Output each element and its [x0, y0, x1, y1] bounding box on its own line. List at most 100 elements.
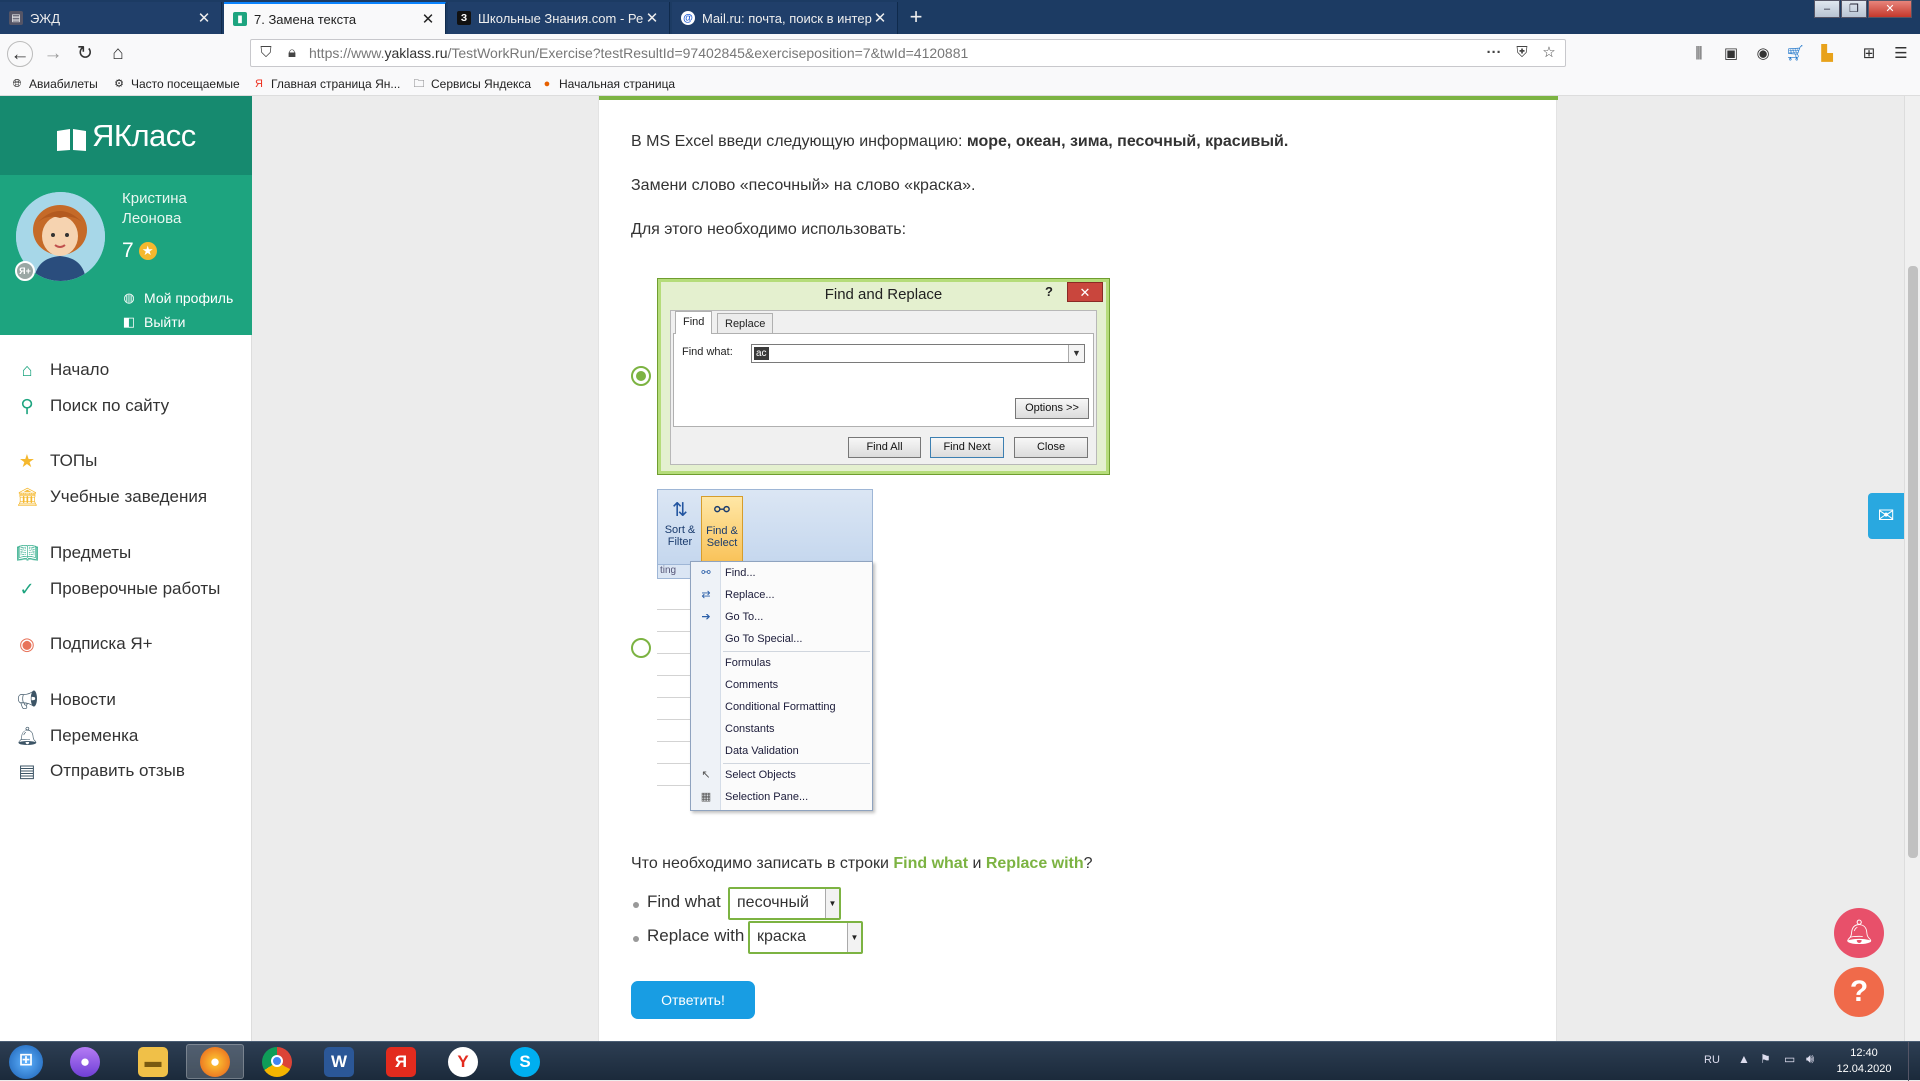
bookmark-yandex-services[interactable]: 🗀︎ Сервисы Яндекса — [412, 75, 532, 93]
tab-ezhd[interactable]: ▤ ЭЖД ✕ — [0, 2, 222, 34]
replace-with-dropdown[interactable]: краска ▼ — [748, 921, 863, 954]
sidebar-toggle-icon[interactable]: ▣ — [1720, 43, 1742, 65]
home-button[interactable]: ⌂ — [105, 41, 131, 67]
close-icon[interactable]: ✕ — [644, 9, 660, 27]
sidebar-item-institutions[interactable]: 🏛︎ Учебные заведения — [16, 486, 207, 508]
mail-icon[interactable]: ✉ — [1868, 493, 1904, 539]
shield-icon[interactable]: ⛉ — [255, 42, 277, 64]
sidebar-item-subscription[interactable]: ◉ Подписка Я+ — [16, 633, 152, 655]
lock-icon[interactable]: 🔒︎ — [281, 42, 303, 64]
taskbar-yandex-browser[interactable]: Y — [434, 1044, 492, 1079]
bookmark-start-page[interactable]: ● Начальная страница — [540, 75, 675, 93]
profile-icon: ◍ — [123, 290, 135, 305]
extensions-icon[interactable]: ⊞ — [1858, 43, 1880, 65]
option-2-radio[interactable] — [631, 638, 651, 658]
sidebar-item-search[interactable]: ⚲ Поиск по сайту — [16, 395, 169, 417]
account-icon[interactable]: ◉ — [1752, 43, 1774, 65]
close-icon[interactable]: ✕ — [872, 9, 888, 27]
user-last-name: Леонова — [122, 210, 182, 227]
arrow-right-icon: ➔ — [701, 611, 711, 623]
tab-mailru[interactable]: @ Mail.ru: почта, поиск в интерн ✕ — [672, 2, 898, 34]
taskbar-alice[interactable]: ● — [56, 1044, 114, 1079]
cursor-icon: ↖ — [701, 769, 711, 781]
sidebar-item-tops[interactable]: ★ ТОПы — [16, 450, 97, 472]
bookmark-yandex-home[interactable]: Я Главная страница Ян... — [252, 75, 400, 93]
pocket-icon[interactable]: ⛨ — [1511, 42, 1533, 64]
bookmarks-bar: 🌐︎ Авиабилеты ⚙ Часто посещаемые Я Главная … — [0, 72, 1920, 96]
yandex-icon: Я — [386, 1046, 416, 1077]
page-actions-icon[interactable]: ··· — [1483, 42, 1505, 64]
taskbar-skype[interactable]: S — [496, 1044, 554, 1079]
volume-icon[interactable]: 🔊︎ — [1806, 1051, 1814, 1067]
language-indicator[interactable]: RU — [1704, 1054, 1720, 1066]
close-icon[interactable]: ✕ — [196, 9, 212, 27]
grid-line — [657, 697, 693, 698]
minimize-button[interactable]: ‒ — [1814, 0, 1840, 18]
bookmark-most-visited[interactable]: ⚙ Часто посещаемые — [112, 75, 240, 93]
taskbar-yandex[interactable]: Я — [372, 1044, 430, 1079]
bookmark-star-icon[interactable]: ☆ — [1538, 42, 1560, 64]
url-text[interactable]: https://www.yaklass.ru/TestWorkRun/Exerc… — [309, 40, 968, 66]
taskbar-word[interactable]: W — [310, 1044, 368, 1079]
user-panel: Я+ Кристина Леонова 7 ★ ◍ Мой профиль ◧ … — [0, 175, 252, 335]
word-icon: W — [324, 1046, 354, 1077]
answer-button[interactable]: Ответить! — [631, 981, 755, 1019]
option-2-find-select-menu-image[interactable]: ⇅ Sort & Filter ⚯ Find & Select ting ⚯ F… — [657, 489, 873, 811]
url-bar[interactable]: ⛉ 🔒︎ https://www.yaklass.ru/TestWorkRun/… — [250, 39, 1566, 67]
tab-znania[interactable]: З Школьные Знания.com - Реш ✕ — [448, 2, 670, 34]
menu-icon[interactable]: ☰ — [1890, 43, 1912, 65]
task-line-1-text: В MS Excel введи следующую информацию: — [631, 133, 967, 150]
scrollbar-thumb[interactable] — [1908, 266, 1918, 858]
taskbar-firefox[interactable]: ● — [186, 1044, 244, 1079]
logout-link[interactable]: ◧ Выйти — [122, 314, 186, 330]
flag-icon[interactable]: ⚑ — [1760, 1052, 1771, 1066]
tab-zamena-teksta[interactable]: ▮ 7. Замена текста ✕ — [224, 2, 446, 34]
megaphone-icon: 📢︎ — [16, 690, 39, 710]
close-icon[interactable]: ✕ — [420, 10, 436, 28]
clock[interactable]: 12:40 12.04.2020 — [1834, 1045, 1894, 1077]
new-tab-button[interactable]: + — [904, 2, 928, 32]
window-close-button[interactable]: ✕ — [1868, 0, 1912, 18]
option-1-radio[interactable] — [631, 366, 651, 386]
grid-line — [657, 719, 693, 720]
tray-arrow-icon[interactable]: ▲ — [1738, 1052, 1750, 1066]
option-1-find-replace-image[interactable]: Find and Replace ? ✕ Find Replace Find w… — [657, 278, 1110, 475]
sidebar-item-feedback[interactable]: ▤ Отправить отзыв — [16, 760, 184, 782]
dialog-body: Find Replace Find what: ac ▼ Options >> … — [670, 310, 1097, 465]
exercise-card: В MS Excel введи следующую информацию: м… — [598, 96, 1558, 1041]
start-button[interactable]: ⊞ — [0, 1044, 52, 1079]
maximize-button[interactable]: ❐ — [1841, 0, 1867, 18]
sidebar-item-news[interactable]: 📢︎ Новости — [16, 689, 116, 711]
extension-icon[interactable]: ▙ — [1816, 43, 1838, 65]
sidebar-item-break[interactable]: 🔔︎ Переменка — [16, 725, 138, 747]
sidebar-item-home[interactable]: ⌂ Начало — [16, 359, 110, 381]
bookmark-aviabilety[interactable]: 🌐︎ Авиабилеты — [10, 75, 98, 93]
yaklass-logo[interactable]: ЯКласс — [56, 118, 196, 154]
cart-icon[interactable]: 🛒︎ — [1784, 43, 1806, 65]
sidebar-item-subjects[interactable]: 📖︎ Предметы — [16, 542, 131, 564]
back-button[interactable]: ← — [7, 41, 33, 67]
sidebar: ЯКласс Я+ Кристина Леонова 7 ★ ◍ Мой про… — [0, 96, 252, 1041]
help-icon[interactable]: ? — [1834, 967, 1884, 1017]
library-icon[interactable]: ⫼ — [1688, 43, 1710, 65]
sidebar-item-label: Поиск по сайту — [50, 396, 170, 415]
network-icon[interactable]: ▭ — [1784, 1052, 1795, 1066]
sidebar-item-tests[interactable]: ✓ Проверочные работы — [16, 578, 220, 600]
notification-bell-icon[interactable]: 🔔︎ — [1834, 908, 1884, 958]
user-first-name: Кристина — [122, 190, 187, 207]
show-desktop-button[interactable] — [1908, 1042, 1920, 1081]
taskbar-explorer[interactable]: ▬ — [124, 1044, 182, 1079]
forward-button[interactable]: → — [40, 41, 66, 67]
user-name[interactable]: Кристина Леонова — [122, 189, 242, 229]
alice-icon: ● — [70, 1046, 100, 1077]
page-scrollbar[interactable] — [1904, 96, 1920, 1041]
dialog-window: Find and Replace ? ✕ Find Replace Find w… — [661, 282, 1106, 471]
taskbar-chrome[interactable] — [248, 1044, 306, 1079]
find-what-dropdown[interactable]: песочный ▼ — [728, 887, 841, 920]
logout-link-label: Выйти — [144, 314, 186, 330]
yandex-icon: Я — [255, 78, 263, 90]
globe-icon: 🌐︎ — [12, 78, 22, 90]
reload-button[interactable]: ↻ — [72, 41, 98, 67]
profile-link[interactable]: ◍ Мой профиль — [122, 290, 233, 306]
logo-area: ЯКласс — [0, 96, 252, 175]
